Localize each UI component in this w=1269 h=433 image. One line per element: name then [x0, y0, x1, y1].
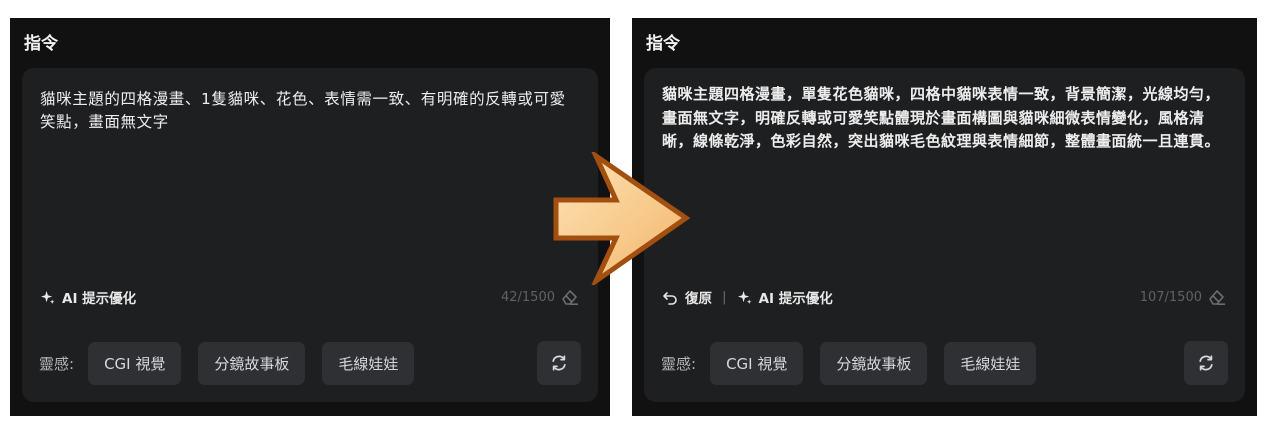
prompt-panel-before: 指令 貓咪主題的四格漫畫、1隻貓咪、花色、表情需一致、有明確的反轉或可愛笑點，畫… [10, 18, 610, 416]
prompt-card: 貓咪主題四格漫畫，單隻花色貓咪，四格中貓咪表情一致，背景簡潔，光線均勻，畫面無文… [644, 68, 1245, 402]
prompt-tools-row: 復原 | AI 提示優化 107/1500 [662, 286, 1227, 308]
undo-icon [663, 291, 677, 305]
char-counter: 42/1500 [501, 288, 580, 306]
right-arrow-icon [553, 152, 691, 285]
chip-yarn-doll[interactable]: 毛線娃娃 [944, 341, 1037, 385]
prompt-card: 貓咪主題的四格漫畫、1隻貓咪、花色、表情需一致、有明確的反轉或可愛笑點，畫面無文… [22, 68, 598, 402]
ai-optimize-button[interactable]: AI 提示優化 [40, 287, 136, 307]
refresh-button[interactable] [537, 341, 581, 385]
restore-button[interactable]: 復原 [662, 287, 712, 307]
refresh-icon [552, 355, 566, 371]
chip-cgi-visual[interactable]: CGI 視覺 [710, 341, 804, 385]
inspiration-row: 靈感: CGI 視覺 分鏡故事板 毛線娃娃 [39, 341, 581, 385]
ai-optimize-label: AI 提示優化 [758, 291, 833, 307]
prompt-input[interactable]: 貓咪主題四格漫畫，單隻花色貓咪，四格中貓咪表情一致，背景簡潔，光線均勻，畫面無文… [662, 83, 1227, 154]
chip-yarn-doll[interactable]: 毛線娃娃 [322, 341, 415, 385]
sparkle-icon [737, 290, 752, 304]
toolbar-divider: | [722, 289, 727, 305]
inspiration-label: 靈感: [39, 354, 75, 373]
char-count-text: 107/1500 [1139, 289, 1202, 305]
inspiration-row: 靈感: CGI 視覺 分鏡故事板 毛線娃娃 [661, 341, 1228, 385]
chip-cgi-visual[interactable]: CGI 視覺 [88, 341, 182, 385]
char-counter: 107/1500 [1140, 288, 1227, 306]
chip-storyboard[interactable]: 分鏡故事板 [198, 341, 306, 385]
inspiration-label: 靈感: [661, 354, 697, 373]
eraser-icon[interactable] [1207, 288, 1227, 306]
prompt-tools-row: AI 提示優化 42/1500 [40, 286, 580, 308]
refresh-icon [1199, 355, 1213, 371]
sparkle-icon [40, 290, 55, 304]
prompt-panel-after: 指令 貓咪主題四格漫畫，單隻花色貓咪，四格中貓咪表情一致，背景簡潔，光線均勻，畫… [632, 18, 1257, 416]
prompt-input[interactable]: 貓咪主題的四格漫畫、1隻貓咪、花色、表情需一致、有明確的反轉或可愛笑點，畫面無文… [40, 88, 580, 134]
eraser-icon[interactable] [560, 288, 580, 306]
refresh-button[interactable] [1184, 341, 1228, 385]
char-count-text: 42/1500 [500, 289, 555, 305]
ai-optimize-button[interactable]: AI 提示優化 [737, 287, 833, 307]
ai-optimize-label: AI 提示優化 [62, 291, 137, 307]
chip-storyboard[interactable]: 分鏡故事板 [820, 341, 928, 385]
restore-label: 復原 [685, 291, 712, 307]
panel-title: 指令 [646, 34, 680, 54]
panel-title: 指令 [24, 34, 58, 54]
